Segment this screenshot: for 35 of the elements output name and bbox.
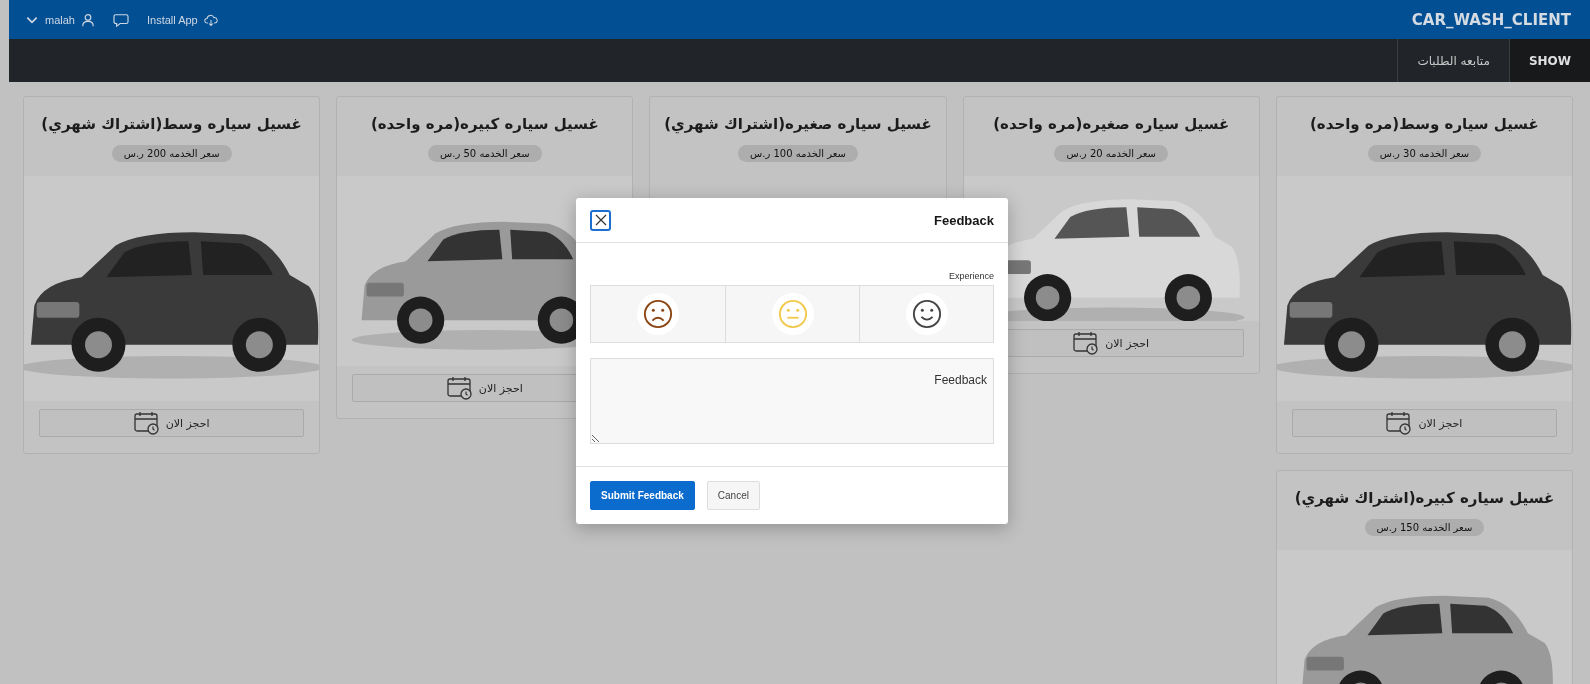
card-title: غسيل سياره كبيره(اشتراك شهري) — [1294, 489, 1555, 507]
install-app-button[interactable]: Install App — [146, 12, 218, 27]
calendar-clock-icon — [446, 376, 473, 400]
cancel-button[interactable]: Cancel — [706, 481, 760, 510]
nav-tab[interactable]: متابعه الطلبات — [1397, 39, 1509, 82]
dialog-title: Feedback — [934, 212, 994, 228]
calendar-clock-icon — [1073, 331, 1100, 355]
nav-tab[interactable]: SHOW — [1508, 39, 1590, 82]
field-label: Experience — [948, 271, 994, 281]
user-icon — [80, 12, 95, 27]
card-title: غسيل سياره صغيره(اشتراك شهري) — [664, 115, 932, 133]
card-title: غسيل سياره كبيره(مره واحده) — [370, 115, 599, 133]
card-title: غسيل سياره وسط(مره واحده) — [1310, 115, 1539, 133]
book-now-button[interactable]: احجز الان — [39, 409, 305, 437]
price-badge: سعر الخدمه 50 ر.س — [428, 145, 542, 162]
user-menu[interactable]: malah — [25, 12, 95, 27]
calendar-clock-icon — [133, 411, 160, 435]
rating-option[interactable] — [859, 286, 993, 342]
close-button[interactable] — [590, 209, 611, 231]
rating-option[interactable] — [591, 286, 725, 342]
app-title: CAR_WASH_CLIENT — [1411, 10, 1571, 29]
close-icon — [594, 214, 607, 226]
card-title: غسيل سياره صغيره(مره واحده) — [993, 115, 1230, 133]
price-badge: سعر الخدمه 150 ر.س — [1364, 519, 1485, 536]
price-badge: سعر الخدمه 200 ر.س — [111, 145, 232, 162]
cloud-download-icon — [203, 12, 218, 27]
book-now-button[interactable]: احجز الان — [1291, 409, 1557, 437]
card-title: غسيل سياره وسط(اشتراك شهري) — [41, 115, 302, 133]
price-badge: سعر الخدمه 30 ر.س — [1367, 145, 1482, 162]
price-badge: سعر الخدمه 20 ر.س — [1054, 145, 1168, 162]
feedback-field[interactable]: Feedback — [590, 358, 994, 444]
calendar-clock-icon — [1386, 411, 1413, 435]
chat-icon[interactable] — [112, 12, 129, 27]
price-badge: سعر الخدمه 100 ر.س — [738, 145, 858, 162]
submit-button[interactable]: Submit Feedback — [590, 481, 695, 510]
